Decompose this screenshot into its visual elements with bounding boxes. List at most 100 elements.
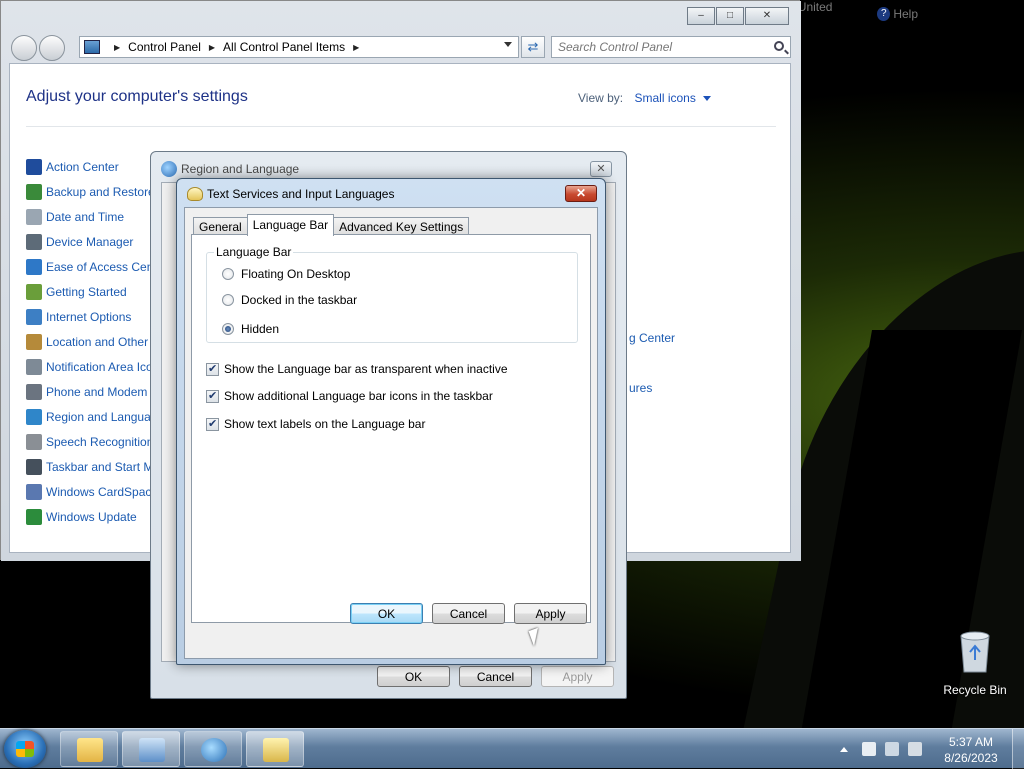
checkbox[interactable] bbox=[206, 417, 219, 431]
volume-muted-icon[interactable] bbox=[908, 742, 922, 756]
dialog-client: General Language Bar Advanced Key Settin… bbox=[184, 207, 598, 659]
address-bar[interactable]: ▶ Control Panel ▶ All Control Panel Item… bbox=[79, 36, 519, 58]
help-label[interactable]: Help bbox=[893, 7, 918, 21]
checkbox-label[interactable]: Show the Language bar as transparent whe… bbox=[224, 362, 508, 376]
list-item[interactable]: Notification Area Ico bbox=[26, 354, 158, 379]
list-item[interactable]: Location and Other bbox=[26, 329, 158, 354]
back-button[interactable] bbox=[11, 35, 37, 61]
list-item-label[interactable]: Region and Languag bbox=[46, 410, 157, 424]
list-item[interactable]: Backup and Restore bbox=[26, 179, 158, 204]
list-item-label[interactable]: Internet Options bbox=[46, 310, 131, 324]
view-by-select[interactable]: Small icons bbox=[634, 91, 695, 105]
breadcrumb-all-items[interactable]: All Control Panel Items bbox=[223, 40, 345, 54]
search-input[interactable]: Search Control Panel bbox=[551, 36, 791, 58]
chevron-up-icon[interactable] bbox=[840, 746, 848, 752]
radio-floating[interactable]: Floating On Desktop bbox=[222, 267, 350, 281]
list-item[interactable]: Windows Update bbox=[26, 504, 158, 529]
list-item[interactable]: Phone and Modem bbox=[26, 379, 158, 404]
list-item[interactable]: Device Manager bbox=[26, 229, 158, 254]
cancel-button[interactable]: Cancel bbox=[432, 603, 505, 624]
list-item-label[interactable]: Notification Area Ico bbox=[46, 360, 153, 374]
checkbox-label[interactable]: Show text labels on the Language bar bbox=[224, 417, 425, 431]
help-icon[interactable]: ? bbox=[877, 7, 891, 21]
action-center-flag-icon[interactable] bbox=[862, 742, 876, 756]
radio-button[interactable] bbox=[222, 323, 234, 335]
checkbox[interactable] bbox=[206, 389, 219, 403]
list-item-label[interactable]: Getting Started bbox=[46, 285, 127, 299]
cancel-button[interactable]: Cancel bbox=[459, 666, 532, 687]
checkbox[interactable] bbox=[206, 362, 219, 376]
tab-language-bar[interactable]: Language Bar bbox=[246, 214, 335, 236]
radio-button[interactable] bbox=[222, 268, 234, 280]
chevron-right-icon[interactable]: ▶ bbox=[209, 43, 215, 52]
start-button[interactable] bbox=[4, 730, 46, 768]
radio-label[interactable]: Hidden bbox=[241, 322, 279, 336]
close-button[interactable]: ✕ bbox=[590, 161, 612, 177]
checkbox-additional-icons[interactable]: Show additional Language bar icons in th… bbox=[206, 389, 493, 403]
list-item-label[interactable]: Taskbar and Start M bbox=[46, 460, 153, 474]
list-item[interactable]: Getting Started bbox=[26, 279, 158, 304]
list-item-label[interactable]: Phone and Modem bbox=[46, 385, 147, 399]
list-item-label[interactable]: Backup and Restore bbox=[46, 185, 155, 199]
list-item-label[interactable]: Action Center bbox=[46, 160, 119, 174]
control-panel-icon bbox=[84, 40, 100, 54]
globe-icon bbox=[201, 738, 227, 762]
recycle-bin-icon bbox=[960, 631, 990, 673]
clock[interactable]: 5:37 AM 8/26/2023 bbox=[936, 734, 1006, 766]
checkbox-label[interactable]: Show additional Language bar icons in th… bbox=[224, 389, 493, 403]
search-icon[interactable] bbox=[774, 41, 784, 51]
list-item[interactable]: Action Center bbox=[26, 154, 158, 179]
text-services-dialog: Text Services and Input Languages ✕ Gene… bbox=[176, 178, 606, 665]
list-item[interactable]: Date and Time bbox=[26, 204, 158, 229]
clock-date: 8/26/2023 bbox=[944, 751, 998, 765]
list-item[interactable]: Region and Languag bbox=[26, 404, 158, 429]
list-item[interactable]: Ease of Access Cent bbox=[26, 254, 158, 279]
view-by: View by: Small icons bbox=[578, 91, 712, 105]
list-item-label[interactable]: Windows Update bbox=[46, 510, 137, 524]
list-item[interactable]: Taskbar and Start M bbox=[26, 454, 158, 479]
list-item-label[interactable]: Device Manager bbox=[46, 235, 133, 249]
list-item-label[interactable]: Location and Other bbox=[46, 335, 148, 349]
minimize-button[interactable]: – bbox=[687, 7, 715, 25]
radio-label[interactable]: Docked in the taskbar bbox=[241, 293, 357, 307]
list-item-label[interactable]: Ease of Access Cent bbox=[46, 260, 157, 274]
apply-button[interactable]: Apply bbox=[514, 603, 587, 624]
taskbar-region-language[interactable] bbox=[184, 731, 242, 767]
list-item[interactable]: Speech Recognition bbox=[26, 429, 158, 454]
radio-button[interactable] bbox=[222, 294, 234, 306]
list-item[interactable]: Windows CardSpace bbox=[26, 479, 158, 504]
list-item-label[interactable]: Date and Time bbox=[46, 210, 124, 224]
chevron-right-icon[interactable]: ▶ bbox=[114, 43, 120, 52]
show-desktop-button[interactable] bbox=[1012, 729, 1024, 769]
forward-button[interactable] bbox=[39, 35, 65, 61]
list-item[interactable]: Internet Options bbox=[26, 304, 158, 329]
list-item-label[interactable]: Windows CardSpace bbox=[46, 485, 158, 499]
apply-button[interactable]: Apply bbox=[541, 666, 614, 687]
breadcrumb-control-panel[interactable]: Control Panel bbox=[128, 40, 201, 54]
radio-hidden[interactable]: Hidden bbox=[222, 322, 279, 336]
taskbar-explorer[interactable] bbox=[60, 731, 118, 767]
control-panel-items-right: g Center ures bbox=[629, 331, 675, 431]
recycle-bin[interactable]: Recycle Bin bbox=[940, 628, 1010, 697]
dialog-title: Text Services and Input Languages bbox=[207, 187, 395, 201]
taskbar-control-panel[interactable] bbox=[122, 731, 180, 767]
ok-button[interactable]: OK bbox=[377, 666, 450, 687]
close-button[interactable]: ✕ bbox=[745, 7, 789, 25]
refresh-button[interactable]: ⇄ bbox=[521, 36, 545, 58]
view-by-label: View by: bbox=[578, 91, 624, 105]
checkbox-transparent[interactable]: Show the Language bar as transparent whe… bbox=[206, 362, 508, 376]
list-item[interactable]: g Center bbox=[629, 331, 675, 381]
checkbox-text-labels[interactable]: Show text labels on the Language bar bbox=[206, 417, 425, 431]
chevron-down-icon[interactable] bbox=[703, 96, 712, 102]
maximize-button[interactable]: □ bbox=[716, 7, 744, 25]
network-icon[interactable] bbox=[885, 742, 899, 756]
radio-label[interactable]: Floating On Desktop bbox=[241, 267, 350, 281]
radio-docked[interactable]: Docked in the taskbar bbox=[222, 293, 357, 307]
taskbar-text-services[interactable] bbox=[246, 731, 304, 767]
close-button[interactable]: ✕ bbox=[565, 185, 597, 202]
address-dropdown-icon[interactable] bbox=[504, 42, 512, 47]
list-item[interactable]: ures bbox=[629, 381, 675, 431]
chevron-right-icon[interactable]: ▶ bbox=[353, 43, 359, 52]
ok-button[interactable]: OK bbox=[350, 603, 423, 624]
list-item-label[interactable]: Speech Recognition bbox=[46, 435, 153, 449]
